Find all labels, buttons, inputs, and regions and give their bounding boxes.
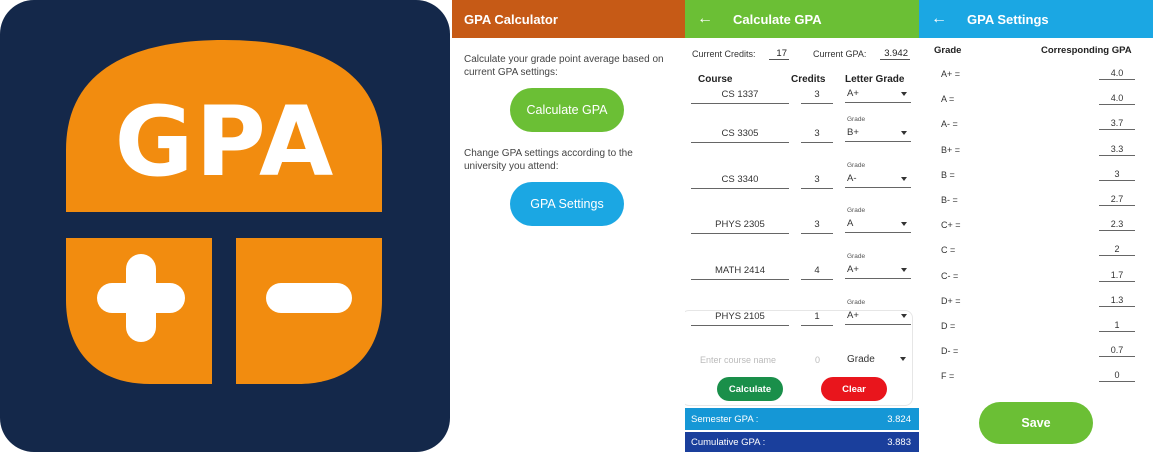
save-button[interactable]: Save xyxy=(979,402,1093,444)
grade-letter-label: B+ = xyxy=(941,144,961,155)
chevron-down-icon[interactable] xyxy=(900,357,906,361)
cumulative-gpa-value: 3.883 xyxy=(887,436,911,448)
grade-letter-label: A+ = xyxy=(941,69,961,79)
new-credits-input[interactable]: 0 xyxy=(815,355,820,365)
course-name-field[interactable]: PHYS 2305 xyxy=(691,219,789,234)
grade-header: Grade xyxy=(934,45,962,56)
calculate-button[interactable]: Calculate xyxy=(717,377,783,401)
grade-gpa-field[interactable]: 4.0 xyxy=(1099,93,1135,106)
app-icon-graphic xyxy=(66,40,382,384)
semester-gpa-label: Semester GPA : xyxy=(691,413,759,425)
grade-letter-label: B- = xyxy=(941,195,958,205)
icon-title: GPA xyxy=(114,86,336,198)
home-app-bar: GPA Calculator xyxy=(452,0,685,38)
grade-gpa-field[interactable]: 3 xyxy=(1099,169,1135,181)
current-gpa-label: Current GPA: xyxy=(813,49,867,59)
new-grade-select[interactable]: Grade xyxy=(847,354,875,365)
grade-gpa-field[interactable]: 4.0 xyxy=(1099,68,1135,80)
cumulative-gpa-bar: Cumulative GPA : 3.883 xyxy=(685,432,919,452)
grade-letter-label: A- = xyxy=(941,119,958,130)
calculate-gpa-button[interactable]: Calculate GPA xyxy=(510,88,624,132)
credits-field[interactable]: 3 xyxy=(801,128,833,143)
grade-hint-label: Grade xyxy=(847,207,866,214)
new-course-input[interactable]: Enter course name xyxy=(700,355,776,365)
gpa-value-header: Corresponding GPA xyxy=(1041,45,1132,56)
cumulative-gpa-label: Cumulative GPA : xyxy=(691,436,766,448)
settings-app-bar: ← GPA Settings xyxy=(919,0,1153,38)
semester-gpa-bar: Semester GPA : 3.824 xyxy=(685,408,919,430)
grade-gpa-field[interactable]: 2.3 xyxy=(1099,219,1135,232)
grade-column-header: Letter Grade xyxy=(845,74,905,85)
app-icon: GPA xyxy=(0,0,450,452)
grade-letter-label: C = xyxy=(941,245,956,256)
grade-letter-label: B = xyxy=(941,169,955,180)
credits-field[interactable]: 4 xyxy=(801,265,833,280)
grade-letter-label: F = xyxy=(941,371,955,382)
calculate-screen: ← Calculate GPA Current Credits: 17 Curr… xyxy=(685,0,919,452)
grade-hint-label: Grade xyxy=(847,253,866,260)
settings-intro-text: Change GPA settings according to the uni… xyxy=(464,148,633,172)
current-credits-label: Current Credits: xyxy=(692,49,756,59)
grade-gpa-field[interactable]: 0.7 xyxy=(1099,345,1135,358)
gpa-settings-button[interactable]: GPA Settings xyxy=(510,182,624,226)
grade-letter-label: C- = xyxy=(941,270,959,281)
calc-title: Calculate GPA xyxy=(733,11,822,27)
grade-letter-label: D- = xyxy=(941,346,959,357)
grade-gpa-field[interactable]: 3.7 xyxy=(1099,118,1135,131)
chevron-down-icon[interactable] xyxy=(901,222,907,226)
course-name-field[interactable]: CS 3340 xyxy=(691,174,789,189)
grade-gpa-field[interactable]: 2 xyxy=(1099,244,1135,257)
back-arrow-icon[interactable]: ← xyxy=(931,10,953,28)
grade-letter-label: A = xyxy=(941,94,955,105)
calc-intro-text: Calculate your grade point average based… xyxy=(464,54,664,78)
grade-gpa-field[interactable]: 2.7 xyxy=(1099,194,1135,206)
credits-field[interactable]: 3 xyxy=(801,174,833,189)
grade-gpa-field[interactable]: 1 xyxy=(1099,320,1135,332)
credits-field[interactable]: 3 xyxy=(801,89,833,104)
minus-icon xyxy=(266,283,352,313)
chevron-down-icon[interactable] xyxy=(901,177,907,181)
calc-app-bar: ← Calculate GPA xyxy=(685,0,919,38)
grade-letter-label: C+ = xyxy=(941,220,961,231)
course-name-field[interactable]: MATH 2414 xyxy=(691,265,789,280)
grade-gpa-field[interactable]: 1.3 xyxy=(1099,295,1135,307)
grade-letter-label: D+ = xyxy=(941,295,961,306)
grade-gpa-field[interactable]: 3.3 xyxy=(1099,144,1135,156)
clear-button[interactable]: Clear xyxy=(821,377,887,401)
settings-screen: ← GPA Settings Grade Corresponding GPA A… xyxy=(919,0,1153,452)
grade-hint-label: Grade xyxy=(847,299,866,306)
current-gpa-field[interactable]: 3.942 xyxy=(880,48,910,60)
grade-hint-label: Grade xyxy=(847,116,866,123)
back-arrow-icon[interactable]: ← xyxy=(697,10,719,28)
home-screen: GPA Calculator Calculate your grade poin… xyxy=(452,0,685,452)
semester-gpa-value: 3.824 xyxy=(887,413,911,425)
grade-gpa-field[interactable]: 0 xyxy=(1099,370,1135,383)
grade-letter-label: D = xyxy=(941,321,956,331)
credits-field[interactable]: 3 xyxy=(801,219,833,234)
course-name-field[interactable]: CS 1337 xyxy=(691,89,789,104)
home-title: GPA Calculator xyxy=(464,11,558,27)
course-column-header: Course xyxy=(698,74,733,85)
grade-gpa-field[interactable]: 1.7 xyxy=(1099,270,1135,282)
grade-hint-label: Grade xyxy=(847,162,866,169)
settings-title: GPA Settings xyxy=(967,11,1049,27)
chevron-down-icon[interactable] xyxy=(901,131,907,135)
current-credits-field[interactable]: 17 xyxy=(769,48,789,60)
course-name-field[interactable]: CS 3305 xyxy=(691,128,789,143)
credits-column-header: Credits xyxy=(791,74,826,85)
chevron-down-icon[interactable] xyxy=(901,268,907,272)
chevron-down-icon[interactable] xyxy=(901,92,907,96)
